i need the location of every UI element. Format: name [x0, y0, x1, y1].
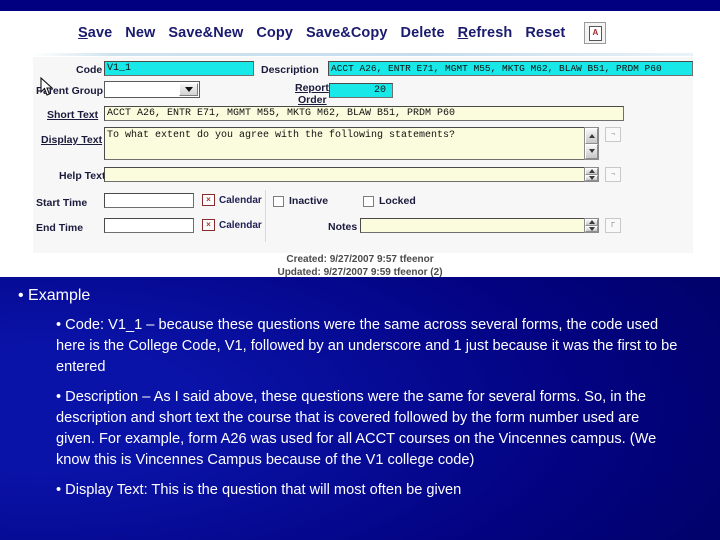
- scroll-up-icon[interactable]: [585, 128, 598, 144]
- description-label: Description: [261, 64, 319, 76]
- help-text-expand-button[interactable]: ¬: [605, 167, 621, 182]
- copy-button[interactable]: Copy: [256, 26, 293, 41]
- short-text-input[interactable]: ACCT A26, ENTR E71, MGMT M55, MKTG M62, …: [104, 106, 624, 121]
- checkbox-box-icon[interactable]: [363, 195, 374, 207]
- help-about-button[interactable]: A: [584, 22, 607, 44]
- display-text-input[interactable]: To what extent do you agree with the fol…: [104, 127, 591, 160]
- slide-content-area: • Example • Code: V1_1 – because these q…: [0, 277, 720, 540]
- start-time-calendar-picker[interactable]: × Calendar: [202, 194, 262, 206]
- created-audit-text: Created: 9/27/2007 9:57 tfeenor: [286, 254, 434, 265]
- scroll-down-icon[interactable]: [585, 225, 598, 232]
- notes-input[interactable]: [360, 218, 591, 233]
- save-and-new-button[interactable]: Save&New: [168, 26, 243, 41]
- scroll-down-icon[interactable]: [585, 143, 598, 159]
- calendar-icon[interactable]: ×: [202, 219, 215, 231]
- scroll-down-icon[interactable]: [585, 174, 598, 181]
- application-screenshot: Save New Save&New Copy Save&Copy Delete …: [0, 11, 720, 277]
- start-time-input[interactable]: [104, 193, 194, 208]
- question-detail-form: Code V1_1 Description ACCT A26, ENTR E71…: [33, 56, 693, 253]
- report-order-input[interactable]: 20: [329, 83, 393, 98]
- report-order-label-line2: Order: [298, 94, 327, 106]
- help-text-scrollbar[interactable]: [584, 167, 599, 182]
- code-input[interactable]: V1_1: [104, 61, 254, 76]
- delete-button[interactable]: Delete: [401, 26, 445, 41]
- end-time-calendar-picker[interactable]: × Calendar: [202, 219, 262, 231]
- parent-group-select[interactable]: [104, 81, 200, 98]
- notes-scrollbar[interactable]: [584, 218, 599, 233]
- save-button[interactable]: Save: [78, 26, 112, 41]
- description-input[interactable]: ACCT A26, ENTR E71, MGMT M55, MKTG M62, …: [328, 61, 693, 76]
- help-text-label: Help Text: [59, 170, 106, 182]
- bullet-example: • Example: [18, 287, 91, 304]
- report-order-label-line1: Report: [295, 82, 329, 94]
- locked-checkbox[interactable]: Locked: [363, 195, 416, 207]
- inactive-checkbox[interactable]: Inactive: [273, 195, 328, 207]
- new-button[interactable]: New: [125, 26, 155, 41]
- reset-button[interactable]: Reset: [525, 26, 565, 41]
- save-and-copy-button[interactable]: Save&Copy: [306, 26, 388, 41]
- help-letter-icon: A: [588, 25, 602, 41]
- notes-expand-button[interactable]: Γ: [605, 218, 621, 233]
- updated-audit-text: Updated: 9/27/2007 9:59 tfeenor (2): [277, 267, 443, 277]
- help-text-input[interactable]: [104, 167, 591, 182]
- end-time-calendar-label[interactable]: Calendar: [219, 220, 262, 231]
- end-time-label: End Time: [36, 222, 84, 234]
- bullet-display-text-explanation: • Display Text: This is the question tha…: [56, 482, 462, 498]
- start-time-label: Start Time: [36, 197, 88, 209]
- bullet-code-explanation: • Code: V1_1 – because these questions w…: [56, 317, 678, 375]
- refresh-button[interactable]: Refresh: [458, 26, 513, 41]
- calendar-icon[interactable]: ×: [202, 194, 215, 206]
- parent-group-label: Parent Group: [36, 85, 104, 97]
- display-text-scrollbar[interactable]: [584, 127, 599, 160]
- form-action-toolbar: Save New Save&New Copy Save&Copy Delete …: [78, 19, 638, 47]
- short-text-label: Short Text: [47, 109, 99, 121]
- display-text-expand-button[interactable]: ¬: [605, 127, 621, 142]
- chevron-down-icon[interactable]: [179, 83, 198, 96]
- locked-label: Locked: [379, 195, 416, 207]
- slide-bullet-list: • Example • Code: V1_1 – because these q…: [0, 277, 720, 501]
- notes-label: Notes: [328, 221, 358, 233]
- top-navy-strip: [0, 0, 720, 11]
- end-time-input[interactable]: [104, 218, 194, 233]
- display-text-label: Display Text: [41, 134, 103, 146]
- inactive-label: Inactive: [289, 195, 329, 207]
- start-time-calendar-label[interactable]: Calendar: [219, 195, 262, 206]
- checkbox-box-icon[interactable]: [273, 195, 284, 207]
- bullet-description-explanation: • Description – As I said above, these q…: [56, 389, 657, 468]
- code-label: Code: [76, 64, 103, 76]
- form-column-divider: [265, 190, 266, 242]
